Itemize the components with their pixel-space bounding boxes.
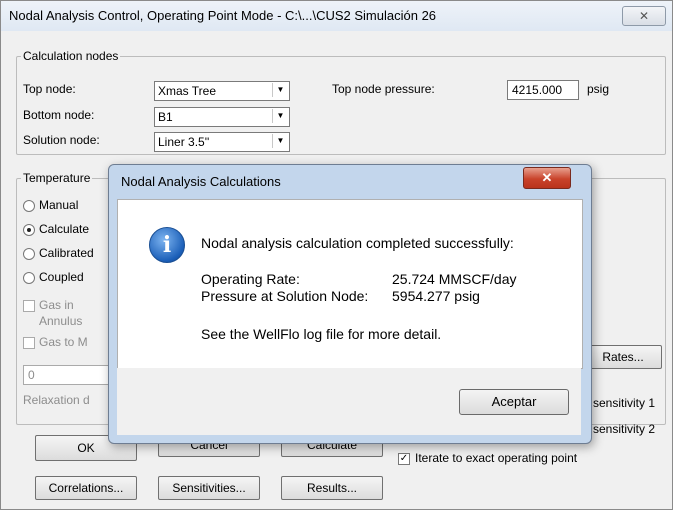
solution-node-label: Solution node:	[23, 133, 100, 147]
top-pressure-value: 4215.000	[512, 83, 563, 97]
radio-calculate[interactable]	[23, 224, 35, 236]
temperature-value: 0	[28, 368, 35, 382]
top-pressure-input[interactable]: 4215.000	[507, 80, 579, 100]
radio-coupled-label: Coupled	[39, 270, 84, 284]
sensitivity-2-label: sensitivity 2	[593, 422, 656, 436]
gas-in-annulus-label-2: Annulus	[39, 314, 83, 328]
radio-calibrated-label: Calibrated	[39, 246, 94, 260]
title-bar: Nodal Analysis Control, Operating Point …	[1, 1, 672, 31]
gas-to-m-label: Gas to M	[39, 335, 88, 349]
top-node-select[interactable]: Xmas Tree ▼	[154, 81, 290, 101]
nodal-analysis-dialog: Nodal Analysis Calculations ✕ i Nodal an…	[108, 164, 592, 444]
solution-node-select[interactable]: Liner 3.5'' ▼	[154, 132, 290, 152]
gas-to-m-checkbox[interactable]	[23, 337, 35, 349]
top-pressure-unit: psig	[587, 82, 610, 96]
radio-coupled[interactable]	[23, 272, 35, 284]
correlations-button[interactable]: Correlations...	[35, 476, 137, 500]
calculation-nodes-legend: Calculation nodes	[23, 49, 119, 63]
bottom-node-label: Bottom node:	[23, 108, 95, 122]
top-node-label: Top node:	[23, 82, 76, 96]
radio-manual-label: Manual	[39, 198, 79, 212]
solution-pressure-label: Pressure at Solution Node:	[201, 288, 369, 304]
window-close-button[interactable]: ✕	[622, 6, 666, 26]
radio-manual[interactable]	[23, 200, 35, 212]
dialog-title: Nodal Analysis Calculations	[121, 174, 281, 189]
window-title: Nodal Analysis Control, Operating Point …	[9, 8, 437, 23]
radio-calibrated[interactable]	[23, 248, 35, 260]
log-note: See the WellFlo log file for more detail…	[201, 326, 442, 342]
dialog-message: Nodal analysis calculation completed suc…	[201, 235, 514, 251]
sensitivity-1-label: sensitivity 1	[593, 396, 656, 410]
temperature-legend: Temperature	[23, 171, 91, 185]
calculation-nodes-group: Calculation nodes	[16, 49, 666, 155]
sensitivities-button[interactable]: Sensitivities...	[158, 476, 260, 500]
temperature-value-input[interactable]: 0	[23, 365, 111, 385]
bottom-node-value: B1	[158, 110, 173, 124]
info-icon: i	[149, 227, 185, 263]
iterate-checkbox[interactable]: ✓	[398, 453, 410, 465]
dialog-close-button[interactable]: ✕	[523, 167, 571, 189]
operating-rate-label: Operating Rate:	[201, 271, 300, 287]
operating-rate-value: 25.724 MMSCF/day	[392, 271, 517, 287]
results-button[interactable]: Results...	[281, 476, 383, 500]
top-pressure-label: Top node pressure:	[332, 82, 435, 96]
radio-calculate-label: Calculate	[39, 222, 90, 236]
top-node-value: Xmas Tree	[158, 84, 217, 98]
chevron-down-icon: ▼	[272, 134, 288, 148]
chevron-down-icon: ▼	[272, 109, 288, 123]
solution-node-value: Liner 3.5''	[158, 135, 210, 149]
relaxation-label: Relaxation d	[23, 393, 90, 407]
rates-button[interactable]: Rates...	[584, 345, 662, 369]
chevron-down-icon: ▼	[272, 83, 288, 97]
accept-button[interactable]: Aceptar	[459, 389, 569, 415]
bottom-node-select[interactable]: B1 ▼	[154, 107, 290, 127]
gas-in-annulus-label: Gas in	[39, 298, 74, 312]
gas-in-annulus-checkbox[interactable]	[23, 300, 35, 312]
iterate-label: Iterate to exact operating point	[415, 451, 578, 465]
solution-pressure-value: 5954.277 psig	[392, 288, 480, 304]
